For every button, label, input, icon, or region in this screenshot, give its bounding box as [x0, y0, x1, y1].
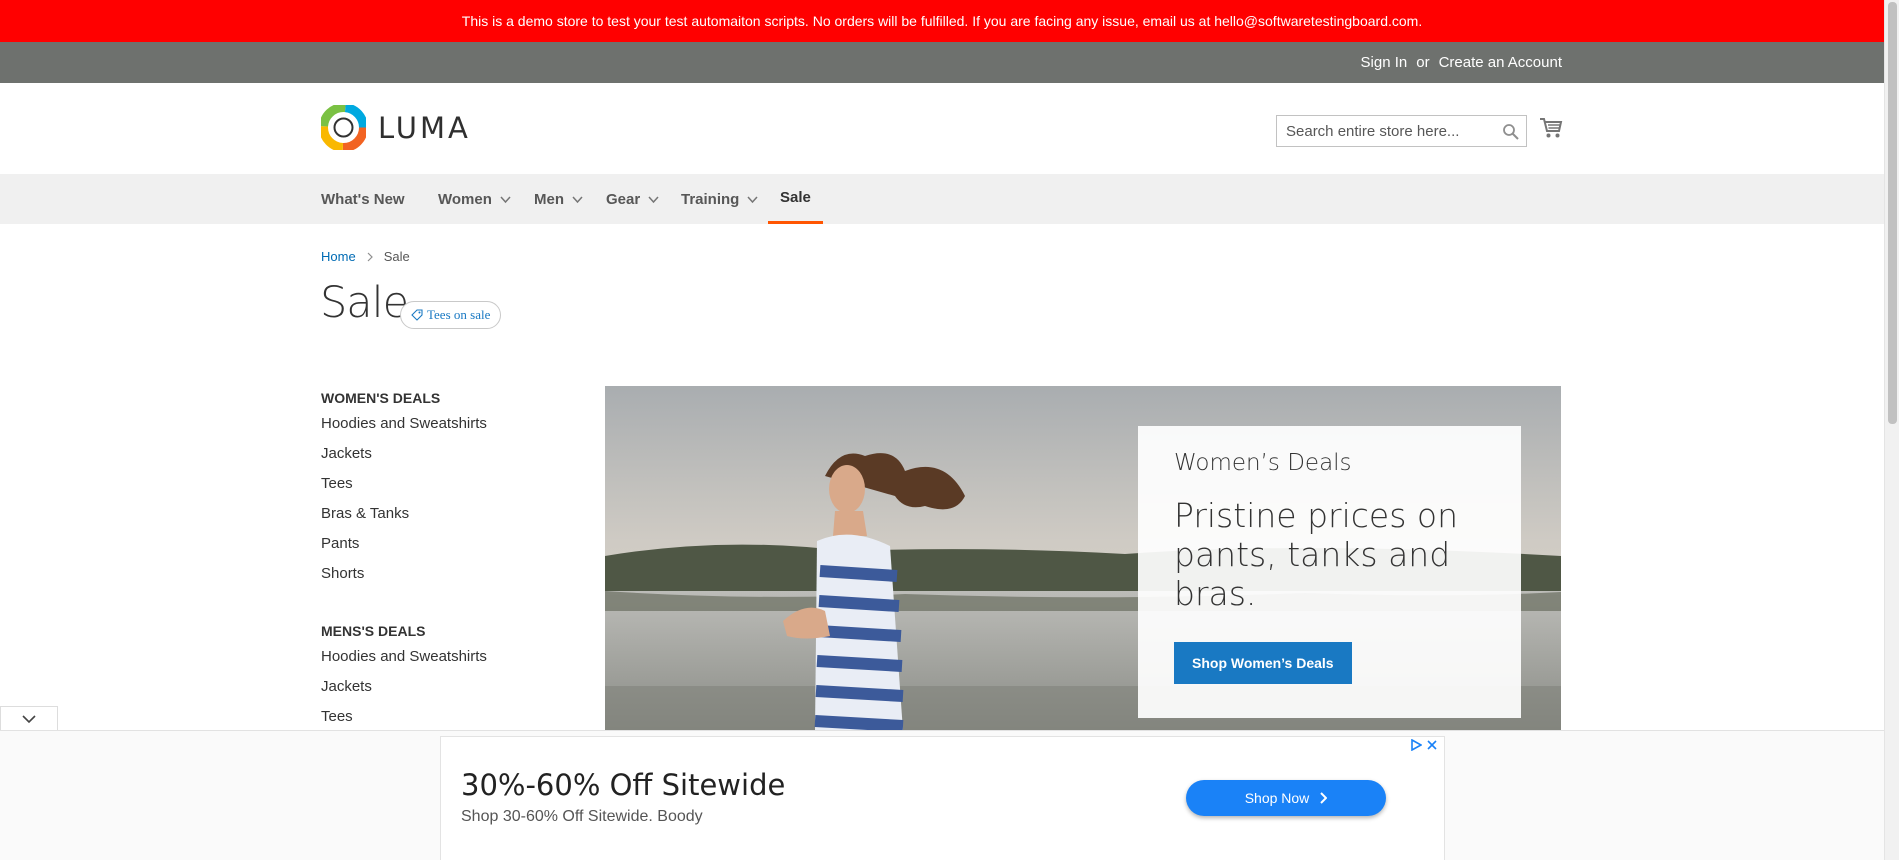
nav-item-label: Gear	[606, 190, 641, 208]
chevron-down-icon	[572, 195, 583, 203]
search-box	[1276, 115, 1527, 147]
mens-deals-list: Hoodies and Sweatshirts Jackets Tees	[321, 642, 551, 732]
close-icon[interactable]	[1426, 739, 1438, 751]
chevron-down-icon	[500, 195, 511, 203]
ad-shop-now-button[interactable]: Shop Now	[1186, 780, 1386, 816]
sidebar-link-women-shorts[interactable]: Shorts	[321, 559, 551, 589]
demo-notice-banner: This is a demo store to test your test a…	[0, 0, 1884, 42]
breadcrumb-current: Sale	[383, 249, 410, 264]
search-input[interactable]	[1277, 116, 1526, 146]
main-navigation: What's New Women Men Gear Training Sale	[0, 174, 1884, 224]
page-title: Sale	[320, 278, 409, 328]
or-text: or	[1416, 54, 1430, 71]
womens-deals-heading: WOMEN'S DEALS	[321, 390, 441, 406]
demo-notice-text: This is a demo store to test your test a…	[461, 13, 1423, 29]
cart-icon[interactable]	[1539, 117, 1563, 139]
header-links: Sign In or Create an Account	[1361, 42, 1562, 83]
chevron-right-icon	[367, 252, 373, 261]
hero-card: Women’s Deals Pristine prices on pants, …	[1138, 426, 1521, 718]
tees-on-sale-tag[interactable]: Tees on sale	[400, 301, 502, 329]
chevron-down-icon	[648, 195, 659, 203]
nav-item-label: Training	[681, 190, 740, 208]
logo-text: LUMA	[378, 110, 471, 145]
logo[interactable]: LUMA	[321, 105, 471, 150]
nav-item-label: Women	[438, 190, 492, 208]
ad-collapse-toggle[interactable]	[0, 706, 58, 731]
adchoices-icon[interactable]	[1410, 739, 1422, 751]
top-panel-header: Sign In or Create an Account	[0, 42, 1884, 83]
sidebar-link-women-hoodies[interactable]: Hoodies and Sweatshirts	[321, 409, 551, 439]
sidebar-link-men-hoodies[interactable]: Hoodies and Sweatshirts	[321, 642, 551, 672]
hero-headline: Pristine prices on pants, tanks and bras…	[1174, 496, 1458, 613]
breadcrumb: Home Sale	[321, 249, 410, 264]
nav-item-women[interactable]: Women	[438, 174, 511, 224]
nav-item-label: Men	[534, 190, 564, 208]
nav-item-men[interactable]: Men	[534, 174, 583, 224]
sidebar-link-women-jackets[interactable]: Jackets	[321, 439, 551, 469]
sidebar-link-men-tees[interactable]: Tees	[321, 702, 551, 732]
sidebar-link-men-jackets[interactable]: Jackets	[321, 672, 551, 702]
sign-in-link[interactable]: Sign In	[1361, 54, 1408, 71]
chevron-down-icon	[747, 195, 758, 203]
sidebar-link-women-tees[interactable]: Tees	[321, 469, 551, 499]
mens-deals-heading: MENS'S DEALS	[321, 623, 426, 639]
sidebar: WOMEN'S DEALS Hoodies and Sweatshirts Ja…	[321, 387, 551, 732]
page-scrollbar[interactable]	[1884, 0, 1899, 860]
nav-item-label: What's New	[321, 190, 405, 208]
scrollbar-thumb[interactable]	[1888, 2, 1897, 424]
ad-button-label: Shop Now	[1244, 790, 1310, 806]
tag-icon	[411, 309, 423, 321]
womens-deals-list: Hoodies and Sweatshirts Jackets Tees Bra…	[321, 409, 551, 589]
nav-item-sale[interactable]: Sale	[768, 174, 823, 224]
ad-controls	[1410, 739, 1438, 751]
create-account-link[interactable]: Create an Account	[1439, 54, 1562, 71]
advertisement[interactable]: 30%-60% Off Sitewide Shop 30-60% Off Sit…	[440, 736, 1445, 860]
womens-deals-hero[interactable]: Women’s Deals Pristine prices on pants, …	[605, 386, 1561, 731]
breadcrumb-home-link[interactable]: Home	[321, 249, 356, 264]
chevron-down-icon	[22, 715, 36, 724]
search-icon[interactable]	[1502, 123, 1520, 141]
hero-subtitle: Women’s Deals	[1174, 450, 1352, 476]
nav-item-whats-new[interactable]: What's New	[321, 174, 405, 224]
nav-item-label: Sale	[780, 189, 811, 206]
ad-title: 30%-60% Off Sitewide	[461, 768, 786, 802]
luma-logo-icon	[321, 105, 366, 150]
sidebar-link-women-bras-tanks[interactable]: Bras & Tanks	[321, 499, 551, 529]
tag-label: Tees on sale	[427, 307, 491, 322]
sidebar-link-women-pants[interactable]: Pants	[321, 529, 551, 559]
nav-item-gear[interactable]: Gear	[606, 174, 659, 224]
header-main: LUMA	[0, 83, 1884, 174]
ad-strip: 30%-60% Off Sitewide Shop 30-60% Off Sit…	[0, 730, 1884, 860]
shop-womens-deals-button[interactable]: Shop Women’s Deals	[1174, 642, 1352, 684]
nav-item-training[interactable]: Training	[681, 174, 758, 224]
ad-description: Shop 30-60% Off Sitewide. Boody	[461, 808, 703, 825]
chevron-right-icon	[1320, 792, 1328, 804]
